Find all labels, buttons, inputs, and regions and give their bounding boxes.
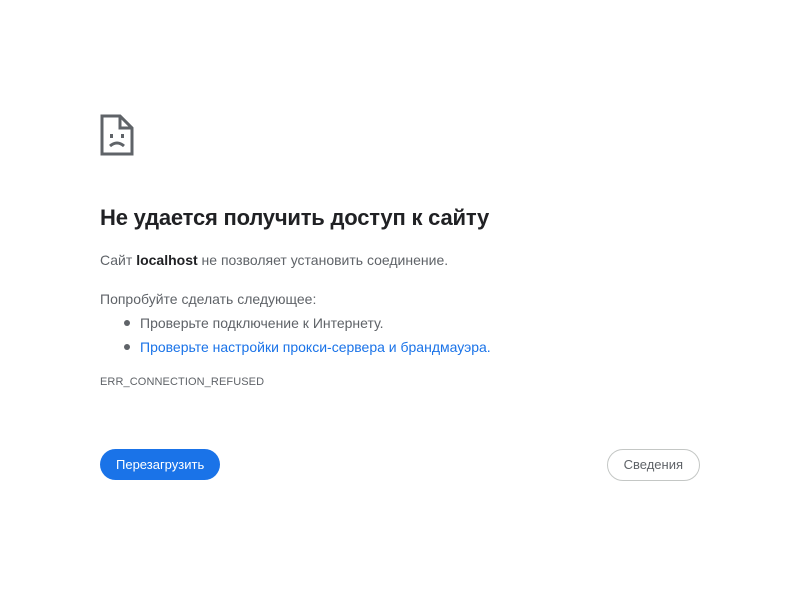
description-suffix: не позволяет установить соединение.: [197, 252, 449, 268]
reload-button[interactable]: Перезагрузить: [100, 449, 221, 480]
sad-page-icon: [100, 114, 700, 156]
host-name: localhost: [136, 252, 198, 268]
details-button[interactable]: Сведения: [606, 449, 700, 481]
error-page: Не удается получить доступ к сайту Сайт …: [0, 0, 800, 600]
suggestion-label: Проверьте подключение к Интернету.: [140, 315, 384, 331]
suggestions-heading: Попробуйте сделать следующее:: [100, 291, 317, 307]
proxy-settings-link[interactable]: Проверьте настройки прокси-сервера и бра…: [140, 339, 491, 355]
error-code: ERR_CONNECTION_REFUSED: [100, 376, 265, 388]
page-title: Не удается получить доступ к сайту: [100, 205, 489, 230]
suggestion-check-connection: Проверьте подключение к Интернету.: [122, 313, 700, 333]
main-content: Не удается получить доступ к сайту Сайт …: [100, 114, 700, 389]
suggestions-list: Проверьте подключение к Интернету. Прове…: [100, 313, 700, 357]
description-prefix: Сайт: [100, 252, 137, 268]
suggestion-check-proxy: Проверьте настройки прокси-сервера и бра…: [122, 337, 700, 357]
error-description: Сайт localhost не позволяет установить с…: [100, 250, 700, 270]
